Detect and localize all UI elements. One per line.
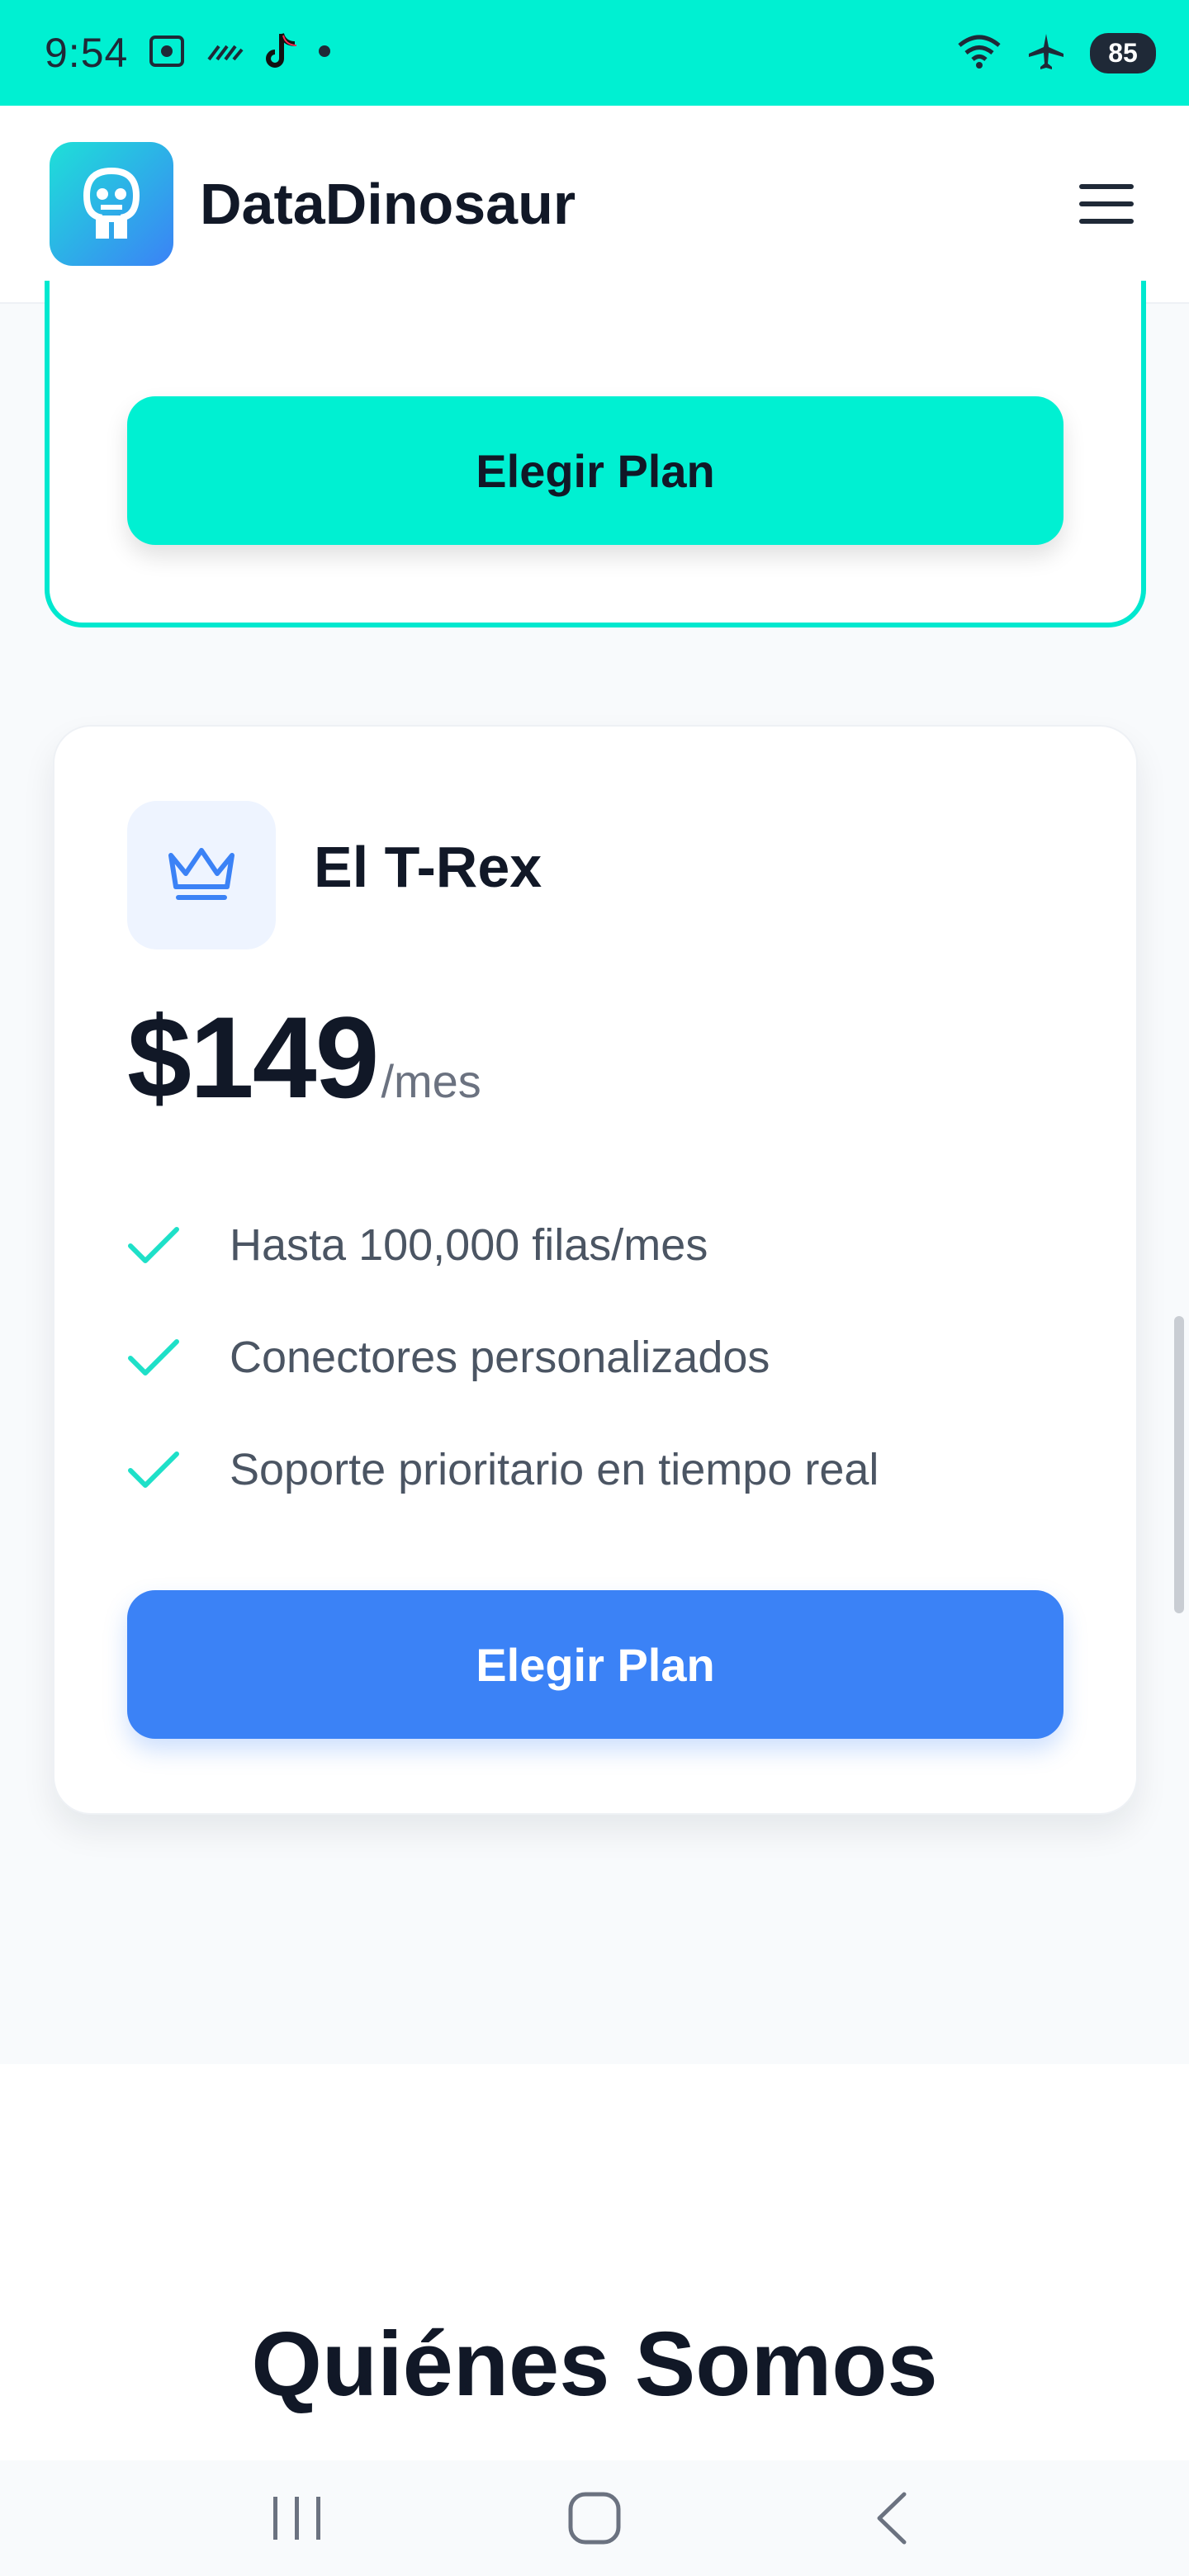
- feature-list: Hasta 100,000 filas/mes Conectores perso…: [127, 1189, 879, 1526]
- feature-item: Soporte prioritario en tiempo real: [127, 1413, 879, 1526]
- wifi-icon: [956, 32, 1002, 74]
- brand[interactable]: DataDinosaur: [50, 142, 576, 266]
- plan-period: /mes: [381, 1055, 481, 1107]
- dinosaur-logo-icon: [50, 142, 173, 266]
- about-title: Quiénes Somos: [251, 2313, 938, 2415]
- status-bar: 9:54 85: [0, 0, 1189, 106]
- site-header: DataDinosaur: [0, 106, 1189, 304]
- check-icon: [127, 1445, 185, 1494]
- system-nav-bar: [0, 2460, 1189, 2576]
- page-scrollbar[interactable]: [1174, 1316, 1184, 1613]
- hamburger-menu-icon[interactable]: [1073, 171, 1139, 237]
- status-time: 9:54: [45, 30, 129, 76]
- feature-text: Hasta 100,000 filas/mes: [230, 1220, 708, 1270]
- status-left: 9:54: [45, 29, 333, 77]
- back-icon[interactable]: [842, 2477, 941, 2559]
- tiktok-icon: [262, 31, 298, 76]
- notification-dot-icon: [316, 43, 333, 64]
- crown-icon: [127, 801, 276, 949]
- feature-item: Hasta 100,000 filas/mes: [127, 1189, 879, 1301]
- plan-price: $149: [127, 992, 379, 1122]
- airplane-icon: [1026, 31, 1067, 76]
- check-icon: [127, 1220, 185, 1270]
- plan-name: El T-Rex: [314, 835, 542, 899]
- home-icon[interactable]: [545, 2477, 644, 2559]
- signal-slash-icon: [206, 35, 244, 72]
- battery-indicator: 85: [1090, 32, 1156, 73]
- trex-choose-plan-button[interactable]: Elegir Plan: [127, 1590, 1063, 1739]
- status-right: 85: [956, 31, 1156, 76]
- feature-text: Soporte prioritario en tiempo real: [230, 1445, 879, 1494]
- feature-text: Conectores personalizados: [230, 1333, 770, 1382]
- screenshot-icon: [146, 31, 187, 76]
- brand-name: DataDinosaur: [200, 172, 576, 236]
- previous-plan-choose-button[interactable]: Elegir Plan: [127, 396, 1063, 545]
- price-row: $149 /mes: [127, 991, 481, 1125]
- feature-item: Conectores personalizados: [127, 1301, 879, 1413]
- recent-apps-icon[interactable]: [248, 2477, 347, 2559]
- check-icon: [127, 1333, 185, 1382]
